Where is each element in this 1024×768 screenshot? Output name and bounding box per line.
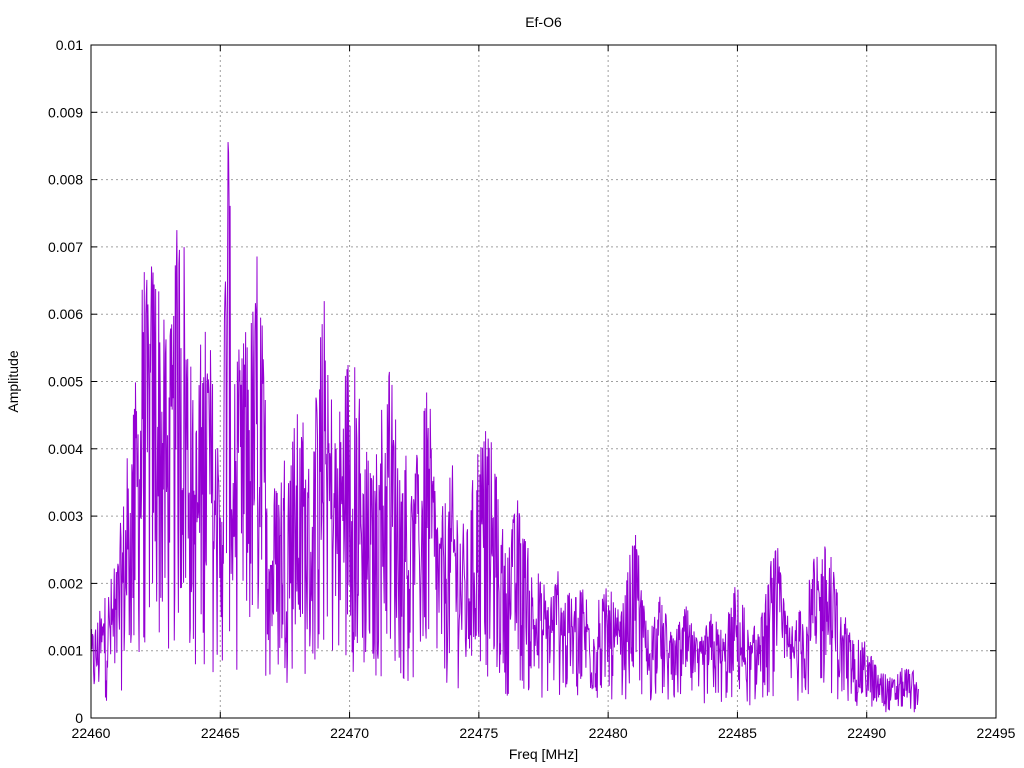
x-tick-label: 22470 — [330, 725, 369, 741]
x-tick-label: 22485 — [718, 725, 757, 741]
x-axis-label: Freq [MHz] — [509, 746, 578, 762]
y-tick-label: 0.006 — [48, 306, 83, 322]
y-tick-label: 0.001 — [48, 643, 83, 659]
y-tick-label: 0.009 — [48, 104, 83, 120]
y-tick-labels: 0 0.001 0.002 0.003 0.004 0.005 0.006 0.007 0.00… — [48, 37, 83, 726]
x-tick-label: 22465 — [201, 725, 240, 741]
series-group — [90, 142, 919, 713]
y-tick-label: 0.01 — [56, 37, 83, 53]
y-tick-label: 0.003 — [48, 508, 83, 524]
x-tick-label: 22495 — [977, 725, 1016, 741]
y-tick-label: 0.008 — [48, 172, 83, 188]
x-tick-labels: 22460 22465 22470 22475 22480 22485 22490 22495 — [72, 725, 1016, 741]
y-tick-label: 0 — [75, 710, 83, 726]
y-tick-label: 0.007 — [48, 239, 83, 255]
x-tick-label: 22460 — [72, 725, 111, 741]
y-tick-label: 0.004 — [48, 441, 83, 457]
chart: 22460 22465 22470 22475 22480 22485 22490 22495… — [5, 14, 1016, 762]
y-tick-label: 0.002 — [48, 575, 83, 591]
chart-title: Ef-O6 — [525, 14, 562, 30]
y-axis-label: Amplitude — [5, 350, 21, 412]
y-tick-label: 0.005 — [48, 374, 83, 390]
x-tick-label: 22480 — [589, 725, 628, 741]
x-tick-label: 22490 — [847, 725, 886, 741]
series-line — [90, 142, 919, 713]
x-tick-label: 22475 — [459, 725, 498, 741]
